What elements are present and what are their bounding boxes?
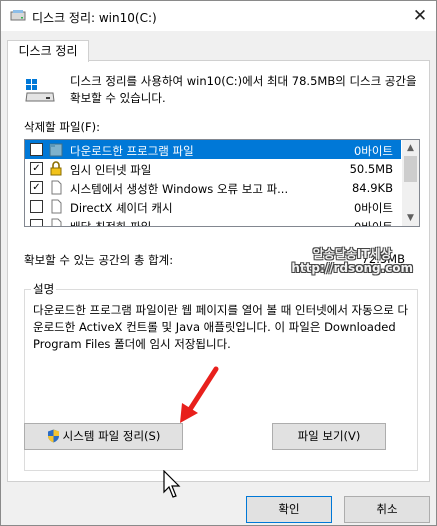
- files-to-delete-label: 삭제할 파일(F):: [24, 120, 101, 134]
- uac-shield-icon: [47, 429, 59, 443]
- red-arrow-icon: [180, 366, 219, 423]
- watermark-title: 알송달송IT세상: [312, 247, 392, 261]
- list-item[interactable]: 배달 최적화 파일 0바이트: [25, 216, 401, 227]
- description-text: 다운로드한 프로그램 파일이란 웹 페이지를 열어 볼 때 인터넷에서 자동으로…: [33, 303, 409, 351]
- item-size: 84.9KB: [351, 181, 393, 195]
- item-checkbox[interactable]: ✓: [30, 181, 43, 194]
- list-item[interactable]: ✓ 임시 인터넷 파일 50.5MB: [25, 159, 401, 178]
- scroll-down-icon[interactable]: ▼: [402, 210, 419, 226]
- watermark-url: http://rdsong.com: [291, 261, 413, 275]
- cancel-button[interactable]: 취소: [344, 496, 430, 523]
- item-checkbox[interactable]: [30, 219, 43, 226]
- item-name: 임시 인터넷 파일: [70, 163, 152, 177]
- item-checkbox[interactable]: ✓: [30, 162, 43, 175]
- item-size: 0바이트: [353, 144, 393, 158]
- window-title: 디스크 정리: win10(C:): [32, 11, 157, 25]
- close-button[interactable]: ✕: [404, 1, 436, 31]
- list-item[interactable]: DirectX 셰이더 캐시 0바이트: [25, 197, 401, 216]
- drive-icon: [25, 79, 55, 102]
- files-to-delete-list[interactable]: 다운로드한 프로그램 파일 0바이트 ✓ 임시 인터넷 파일 50.5MB ✓ …: [24, 139, 420, 227]
- mouse-cursor-icon: [163, 470, 181, 498]
- item-size: 0바이트: [353, 201, 393, 215]
- tab-strip: 디스크 정리: [1, 31, 436, 62]
- item-size: 50.5MB: [349, 162, 393, 176]
- title-bar: 디스크 정리: win10(C:) ✕: [1, 1, 436, 31]
- item-name: 다운로드한 프로그램 파일: [70, 144, 194, 158]
- total-space-label: 확보할 수 있는 공간의 총 합계:: [24, 253, 174, 267]
- scroll-up-icon[interactable]: ▲: [402, 140, 419, 156]
- scroll-thumb[interactable]: [404, 156, 417, 182]
- document-icon: [51, 199, 62, 214]
- intro-text: 디스크 정리를 사용하여 win10(C:)에서 최대 78.5MB의 디스크 …: [70, 74, 417, 105]
- item-size: 0바이트: [353, 220, 393, 227]
- view-files-button[interactable]: 파일 보기(V): [272, 423, 386, 450]
- cleanup-button-label: 시스템 파일 정리(S): [62, 429, 161, 443]
- folder-icon: [49, 143, 63, 157]
- watermark: 알송달송IT세상 http://rdsong.com: [291, 247, 413, 275]
- tab-disk-cleanup[interactable]: 디스크 정리: [7, 40, 89, 62]
- item-name: 배달 최적화 파일: [70, 220, 152, 227]
- document-icon: [51, 218, 62, 226]
- list-item[interactable]: 다운로드한 프로그램 파일 0바이트: [25, 140, 401, 159]
- list-scrollbar[interactable]: ▲ ▼: [402, 140, 419, 226]
- item-name: 시스템에서 생성한 Windows 오류 보고 파...: [70, 182, 289, 196]
- cleanup-system-files-button[interactable]: 시스템 파일 정리(S): [24, 423, 183, 450]
- item-checkbox[interactable]: [30, 200, 43, 213]
- lock-icon: [50, 161, 62, 176]
- ok-button[interactable]: 확인: [246, 496, 332, 523]
- item-name: DirectX 셰이더 캐시: [70, 201, 173, 215]
- item-checkbox[interactable]: [30, 143, 43, 156]
- description-legend: 설명: [31, 281, 57, 297]
- list-item[interactable]: ✓ 시스템에서 생성한 Windows 오류 보고 파... 84.9KB: [25, 178, 401, 197]
- drive-icon: [10, 10, 26, 21]
- document-icon: [51, 180, 62, 195]
